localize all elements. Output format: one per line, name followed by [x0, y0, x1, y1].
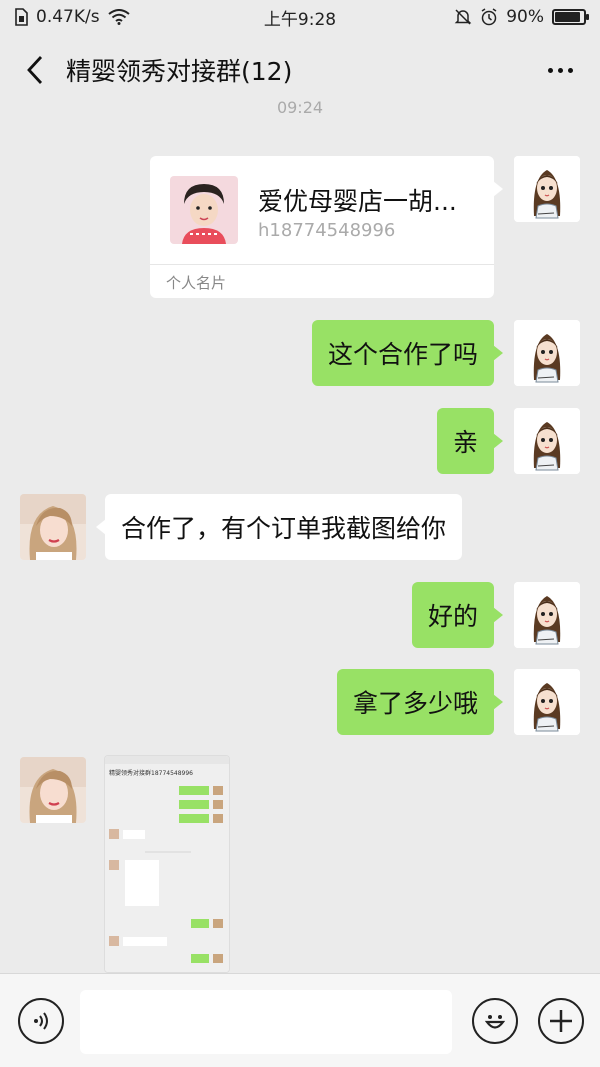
contact-photo: [170, 176, 238, 244]
voice-button[interactable]: [18, 998, 64, 1044]
message-bubble[interactable]: 亲: [436, 408, 504, 474]
chat-screenshot-thumbnail: 精婴领秀对接群18774548996: [105, 756, 229, 972]
chat-header: 精婴领秀对接群(12): [0, 34, 600, 106]
my-avatar[interactable]: [514, 408, 580, 474]
card-divider: [150, 264, 494, 265]
more-dots-icon: [547, 67, 553, 73]
emoji-icon: [484, 1015, 506, 1029]
back-button[interactable]: [18, 53, 52, 87]
message-bubble[interactable]: 合作了，有个订单我截图给你: [95, 494, 463, 560]
battery-icon: [552, 9, 589, 25]
network-speed: 0.47K/s: [36, 7, 100, 27]
sim-icon: [15, 8, 28, 26]
message-input[interactable]: [80, 990, 452, 1054]
chat-title: 精婴领秀对接群(12): [66, 57, 293, 86]
battery-percent: 90%: [506, 7, 544, 27]
screenshot-image-message[interactable]: 精婴领秀对接群18774548996: [104, 755, 230, 973]
input-bar: [0, 973, 600, 1067]
wifi-icon: [107, 9, 130, 25]
message-bubble[interactable]: 好的: [411, 582, 504, 648]
chevron-left-icon: [27, 56, 43, 84]
my-avatar[interactable]: [514, 156, 580, 222]
add-button[interactable]: [538, 998, 584, 1044]
message-bubble[interactable]: 拿了多少哦: [336, 669, 504, 735]
status-bar: 0.47K/s 上午9:28 90%: [0, 0, 600, 34]
more-button[interactable]: [538, 53, 582, 87]
chat-timestamp: 09:24: [276, 98, 324, 116]
voice-icon: [34, 1012, 48, 1030]
alarm-icon: [481, 8, 497, 26]
message-bubble[interactable]: 这个合作了吗: [311, 320, 504, 386]
mute-bell-icon: [454, 9, 472, 25]
sender-avatar[interactable]: [20, 494, 86, 560]
contact-card-message[interactable]: 爱优母婴店一胡... h18774548996 个人名片: [150, 156, 503, 298]
thumbnail-title: 精婴领秀对接群18774548996: [109, 769, 193, 777]
contact-card-name: 爱优母婴店一胡...: [258, 187, 457, 216]
my-avatar[interactable]: [514, 320, 580, 386]
sender-avatar[interactable]: [20, 757, 86, 823]
contact-card-label: 个人名片: [166, 274, 227, 292]
contact-card-phone: h18774548996: [258, 220, 396, 241]
plus-icon: [550, 1010, 572, 1032]
my-avatar[interactable]: [514, 582, 580, 648]
my-avatar[interactable]: [514, 669, 580, 735]
emoji-button[interactable]: [472, 998, 518, 1044]
